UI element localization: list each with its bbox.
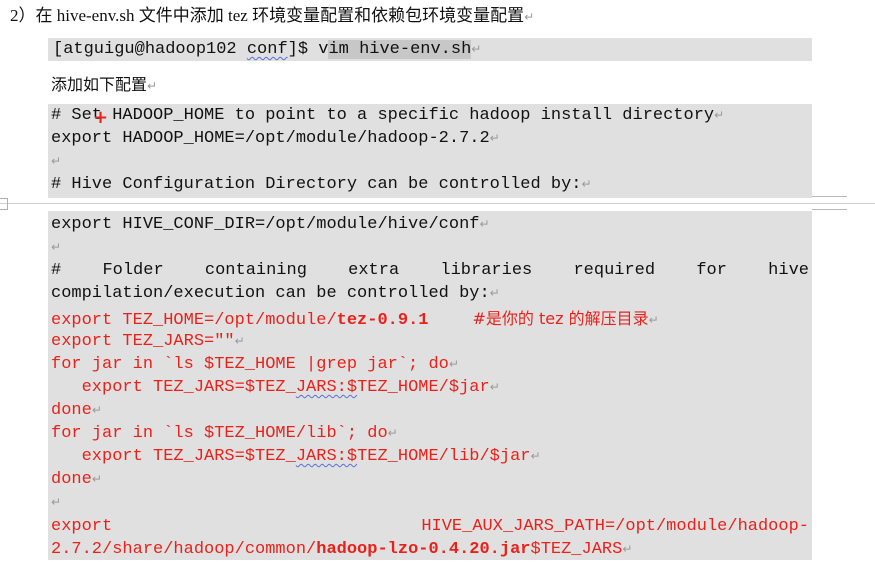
step-number: 2） (10, 6, 36, 25)
heading-file: hive-env.sh (56, 6, 135, 25)
code-word: libraries (440, 261, 533, 280)
code-line: export HIVE_CONF_DIR=/opt/module/hive/co… (51, 213, 490, 236)
paragraph-mark-icon: ↵ (524, 10, 535, 24)
page-break-divider (0, 203, 875, 204)
paragraph-mark-icon: ↵ (91, 472, 102, 486)
paragraph-mark-icon: ↵ (479, 217, 490, 231)
paragraph-mark-icon: ↵ (489, 131, 500, 145)
tez-comment: #是你的 tez 的解压目录 (472, 309, 649, 328)
code-text: export TEZ_JARS="" (51, 332, 235, 351)
code-line-justified: # Folder containing extra libraries requ… (51, 259, 809, 282)
config-block-1: # Set HADOOP_HOME to point to a specific… (48, 104, 812, 198)
command-block: [atguigu@hadoop102 conf]$ vim hive-env.s… (48, 38, 812, 61)
code-line-red-justified: export HIVE_AUX_JARS_PATH=/opt/module/had… (51, 515, 809, 538)
margin-corner-icon (812, 196, 847, 210)
config-block-2: export HIVE_CONF_DIR=/opt/module/hive/co… (48, 211, 812, 560)
prompt-end: ]$ (287, 40, 319, 59)
paragraph-mark-icon: ↵ (234, 334, 245, 348)
code-text: done (51, 401, 92, 420)
code-line-red: export TEZ_JARS=""↵ (51, 330, 245, 353)
code-line-red: export TEZ_JARS=$TEZ_JARS:$TEZ_HOME/$jar… (51, 376, 500, 399)
heading-text-a: 在 (35, 6, 57, 25)
code-line-red: for jar in `ls $TEZ_HOME/lib`; do↵ (51, 422, 398, 445)
paragraph-mark-icon: ↵ (387, 426, 398, 440)
intro-text-label: 添加如下配置 (51, 75, 148, 94)
code-text: HIVE_AUX_JARS_PATH=/opt/module/hadoop- (421, 517, 809, 536)
paragraph-mark-icon: ↵ (471, 42, 482, 56)
code-text: # Set HADOOP_HOME to point to a specific… (51, 106, 715, 125)
command-selected: im hive-env.sh (328, 40, 472, 59)
prompt-dir: conf (246, 40, 288, 59)
code-text-flagged: JARS:$ (295, 378, 358, 397)
paragraph-mark-icon: ↵ (51, 154, 62, 168)
code-word: extra (348, 261, 400, 280)
code-text: TEZ_HOME/$jar (357, 378, 490, 397)
tez-version: tez-0.9.1 (336, 311, 429, 330)
code-text: 2.7.2/share/hadoop/common/ (51, 540, 317, 559)
code-line-red: export TEZ_HOME=/opt/module/tez-0.9.1 #是你… (51, 307, 659, 330)
code-line-red: for jar in `ls $TEZ_HOME |grep jar`; do↵ (51, 353, 459, 376)
code-text: export TEZ_JARS=$TEZ_ (51, 447, 296, 466)
code-text: for jar in `ls $TEZ_HOME |grep jar`; do (51, 355, 449, 374)
code-line: # Hive Configuration Directory can be co… (51, 173, 592, 196)
command-v: v (318, 40, 329, 59)
paragraph-mark-icon: ↵ (147, 79, 158, 93)
heading-tez: tez (228, 6, 248, 25)
code-text: done (51, 470, 92, 489)
code-text: for jar in `ls $TEZ_HOME/lib`; do (51, 424, 388, 443)
code-line-red: done↵ (51, 399, 102, 422)
code-word: hive (768, 261, 809, 280)
paragraph-mark-icon: ↵ (489, 380, 500, 394)
code-text: export HIVE_CONF_DIR=/opt/module/hive/co… (51, 215, 480, 234)
margin-corner-icon (0, 198, 8, 210)
code-text: compilation/execution can be controlled … (51, 284, 490, 303)
heading-text-b: 文件中添加 (134, 6, 228, 25)
step-heading: 2）在 hive-env.sh 文件中添加 tez 环境变量配置和依赖包环境变量… (10, 4, 534, 29)
code-word: for (696, 261, 727, 280)
code-text: export TEZ_HOME=/opt/module/ (51, 311, 337, 330)
intro-text: 添加如下配置↵ (51, 73, 157, 98)
command-line: [atguigu@hadoop102 conf]$ vim hive-env.s… (53, 40, 481, 59)
code-word: # (51, 261, 62, 280)
code-line-red: 2.7.2/share/hadoop/common/hadoop-lzo-0.4… (51, 538, 632, 561)
code-text: export (51, 517, 113, 536)
code-text: export HADOOP_HOME=/opt/module/hadoop-2.… (51, 129, 490, 148)
paragraph-mark-icon: ↵ (581, 177, 592, 191)
code-word: Folder (102, 261, 164, 280)
code-line: # Set HADOOP_HOME to point to a specific… (51, 104, 724, 127)
code-line-red: export TEZ_JARS=$TEZ_JARS:$TEZ_HOME/lib/… (51, 445, 541, 468)
code-line-red: done↵ (51, 468, 102, 491)
code-word: required (573, 261, 656, 280)
lzo-jar: hadoop-lzo-0.4.20.jar (316, 540, 531, 559)
code-text: export TEZ_JARS=$TEZ_ (51, 378, 296, 397)
empty-line: ↵ (51, 491, 61, 514)
heading-text-c: 环境变量配置和依赖包环境变量配置 (247, 6, 525, 25)
paragraph-mark-icon: ↵ (489, 286, 500, 300)
paragraph-mark-icon: ↵ (714, 108, 725, 122)
code-line: export HADOOP_HOME=/opt/module/hadoop-2.… (51, 127, 500, 150)
margin-line (847, 203, 875, 204)
code-text: # Hive Configuration Directory can be co… (51, 175, 582, 194)
empty-line: ↵ (51, 150, 61, 173)
prompt-user: [atguigu@hadoop102 (53, 40, 247, 59)
text-cursor-icon: + (93, 107, 109, 128)
paragraph-mark-icon: ↵ (648, 313, 659, 327)
paragraph-mark-icon: ↵ (448, 357, 459, 371)
paragraph-mark-icon: ↵ (51, 240, 62, 254)
paragraph-mark-icon: ↵ (51, 495, 62, 509)
paragraph-mark-icon: ↵ (530, 449, 541, 463)
empty-line: ↵ (51, 236, 61, 259)
code-line: compilation/execution can be controlled … (51, 282, 500, 305)
code-word: containing (204, 261, 307, 280)
code-text: TEZ_HOME/lib/$jar (357, 447, 531, 466)
paragraph-mark-icon: ↵ (622, 542, 633, 556)
code-text-flagged: JARS:$ (295, 447, 358, 466)
code-text: $TEZ_JARS (530, 540, 623, 559)
paragraph-mark-icon: ↵ (91, 403, 102, 417)
